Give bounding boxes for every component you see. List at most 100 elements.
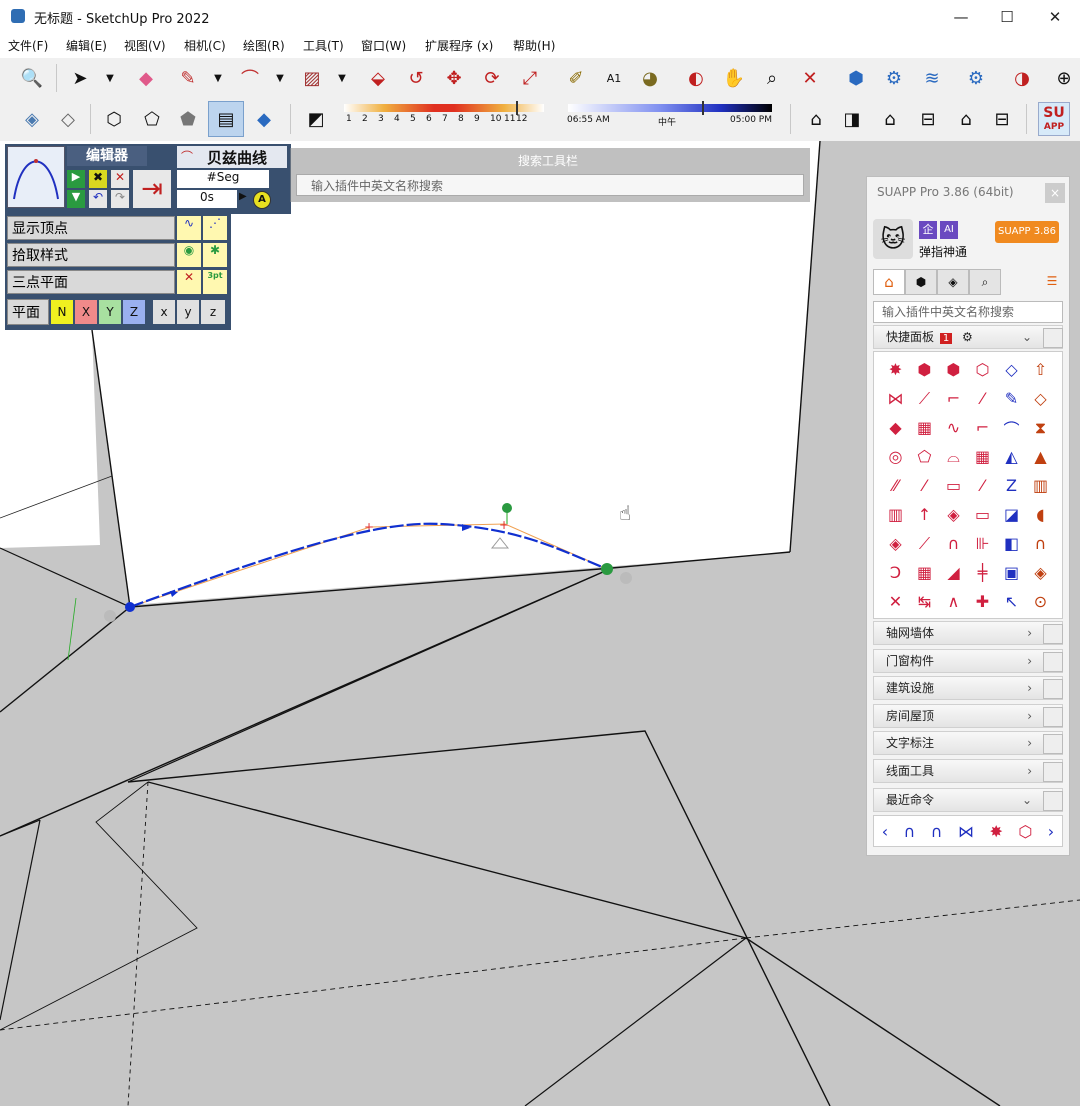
plugin-tool-icon[interactable]: ◧ xyxy=(997,529,1026,558)
plugin-tool-icon[interactable]: ▣ xyxy=(997,558,1026,587)
curve-line-icon[interactable]: ∿ xyxy=(177,216,201,240)
plugin-tool-icon[interactable]: ✚ xyxy=(968,587,997,616)
shaded-textures-icon[interactable]: ▤ xyxy=(208,101,244,137)
auto-badge[interactable]: A xyxy=(253,191,271,209)
tape-measure-icon[interactable]: ✐ xyxy=(560,62,592,94)
plugin-tool-icon[interactable]: ⁄ xyxy=(910,471,939,500)
back-edges-icon[interactable]: ◇ xyxy=(52,103,84,135)
plugin-tool-icon[interactable]: ⁄⁄ xyxy=(881,471,910,500)
share-model-icon[interactable]: ⚙ xyxy=(878,62,910,94)
plugin-tool-icon[interactable]: ◎ xyxy=(881,442,910,471)
section-doors-windows[interactable]: 门窗构件 › xyxy=(873,649,1063,673)
move-icon[interactable]: ✥ xyxy=(438,62,470,94)
rotate-icon[interactable]: ⟳ xyxy=(476,62,508,94)
recent-prev-icon[interactable]: ‹ xyxy=(882,822,888,841)
plugin-tool-icon[interactable]: ↑ xyxy=(910,500,939,529)
plane-n-button[interactable]: N xyxy=(51,300,73,324)
menu-extensions[interactable]: 扩展程序 (x) xyxy=(425,37,493,54)
plugin-tool-icon[interactable]: ✕ xyxy=(881,587,910,616)
plugin-tool-icon[interactable]: ∧ xyxy=(939,587,968,616)
menu-camera[interactable]: 相机(C) xyxy=(184,37,226,54)
tools-icon[interactable]: ✖ xyxy=(89,170,107,188)
plugin-tool-icon[interactable]: ▦ xyxy=(910,413,939,442)
rectangle-icon[interactable]: ▨ xyxy=(296,62,328,94)
list-menu-icon[interactable]: ☰ xyxy=(1041,269,1063,293)
pick-style-row[interactable]: 拾取样式 xyxy=(7,243,175,267)
menu-tools[interactable]: 工具(T) xyxy=(303,37,344,54)
recent-arc-icon[interactable]: ∩ xyxy=(931,822,943,841)
pencil-icon[interactable]: ✎ xyxy=(172,62,204,94)
section-room-roof[interactable]: 房间屋顶 › xyxy=(873,704,1063,728)
plugin-tool-icon[interactable]: ⌐ xyxy=(939,384,968,413)
bezier-curve-icon[interactable] xyxy=(7,146,65,208)
section-recent-commands[interactable]: 最近命令 ⌄ xyxy=(873,788,1063,812)
plugin-tool-icon[interactable]: ⋈ xyxy=(881,384,910,413)
eraser-icon[interactable]: ◆ xyxy=(130,62,162,94)
iso-view-icon[interactable]: ⌂ xyxy=(800,103,832,135)
cancel-icon[interactable]: ✕ xyxy=(111,170,129,188)
suapp-close-button[interactable]: × xyxy=(1045,183,1065,203)
redo-icon[interactable]: ↷ xyxy=(111,190,129,208)
plugin-tool-icon[interactable]: ↖ xyxy=(997,587,1026,616)
plane-lx-button[interactable]: x xyxy=(153,300,175,324)
plugin-tool-icon[interactable]: ▲ xyxy=(1026,442,1055,471)
plugin-tool-icon[interactable]: ◈ xyxy=(881,529,910,558)
orbit-icon[interactable]: ◐ xyxy=(680,62,712,94)
suapp-toggle-button[interactable]: SU APP xyxy=(1038,102,1070,136)
plugin-tool-icon[interactable]: ✸ xyxy=(881,355,910,384)
text-tool-icon[interactable]: A1 xyxy=(598,62,630,94)
close-button[interactable]: ✕ xyxy=(1032,4,1078,30)
wireframe-icon[interactable]: ⬡ xyxy=(98,103,130,135)
zoom-tool-icon[interactable]: ⌕ xyxy=(756,62,788,94)
plugin-tool-icon[interactable]: ⌓ xyxy=(939,442,968,471)
arc-icon[interactable]: ⌒ xyxy=(234,62,266,94)
time-slider[interactable] xyxy=(568,104,772,112)
popout-icon[interactable] xyxy=(1043,679,1063,699)
extension-manager-icon[interactable]: ⚙ xyxy=(960,62,992,94)
hidden-line-icon[interactable]: ⬠ xyxy=(136,103,168,135)
walk-icon[interactable]: ⊕ xyxy=(1048,62,1080,94)
extension-warehouse-icon[interactable]: ≋ xyxy=(916,62,948,94)
plugin-tool-icon[interactable]: ⁄ xyxy=(968,471,997,500)
scale-icon[interactable]: ⤢ xyxy=(514,62,546,94)
plugin-tool-icon[interactable]: ↹ xyxy=(910,587,939,616)
recent-polygon-icon[interactable]: ✸ xyxy=(989,822,1002,841)
front-view-icon[interactable]: ⌂ xyxy=(874,103,906,135)
curve-dotted-icon[interactable]: ⋰ xyxy=(203,216,227,240)
plugin-tool-icon[interactable]: Ↄ xyxy=(881,558,910,587)
home-tab-icon[interactable]: ⌂ xyxy=(873,269,905,295)
select-arrow-icon[interactable]: ➤ xyxy=(64,62,96,94)
search-tab-icon[interactable]: ⌕ xyxy=(969,269,1001,295)
plugin-tool-icon[interactable]: ∿ xyxy=(939,413,968,442)
seg-arrow-icon[interactable]: ▶ xyxy=(239,191,253,202)
seg-value[interactable]: 0s xyxy=(177,190,237,208)
right-view-icon[interactable]: ⊟ xyxy=(912,103,944,135)
popout-icon[interactable] xyxy=(1043,734,1063,754)
plugin-tool-icon[interactable]: ╪ xyxy=(968,558,997,587)
plane-ly-button[interactable]: y xyxy=(177,300,199,324)
plugin-tool-icon[interactable]: ◆ xyxy=(881,413,910,442)
plugin-tool-icon[interactable]: ◈ xyxy=(939,500,968,529)
menu-view[interactable]: 视图(V) xyxy=(124,37,166,54)
three-pt-badge[interactable]: 3pt xyxy=(203,270,227,294)
menu-help[interactable]: 帮助(H) xyxy=(513,37,555,54)
section-line-face-tools[interactable]: 线面工具 › xyxy=(873,759,1063,783)
menu-edit[interactable]: 编辑(E) xyxy=(66,37,107,54)
recent-mirror-icon[interactable]: ⋈ xyxy=(958,822,974,841)
down-arrow-icon[interactable]: ▼ xyxy=(67,190,85,208)
plugin-tool-icon[interactable]: ▦ xyxy=(968,442,997,471)
recent-bezier-icon[interactable]: ∩ xyxy=(904,822,916,841)
show-vertices-row[interactable]: 显示顶点 xyxy=(7,216,175,240)
plugin-tool-icon[interactable]: ⟋ xyxy=(910,529,939,558)
plugin-tool-icon[interactable]: ◪ xyxy=(997,500,1026,529)
dropdown-icon[interactable]: ▼ xyxy=(326,62,358,94)
recent-next-icon[interactable]: › xyxy=(1048,822,1054,841)
section-building-facilities[interactable]: 建筑设施 › xyxy=(873,676,1063,700)
plugin-tool-icon[interactable]: ⬢ xyxy=(939,355,968,384)
chevron-down-icon[interactable]: ⌄ xyxy=(1022,326,1032,348)
dropdown-icon[interactable]: ▼ xyxy=(264,62,296,94)
pick-point-icon[interactable]: ✱ xyxy=(203,243,227,267)
plane-lz-button[interactable]: z xyxy=(201,300,225,324)
left-view-icon[interactable]: ⊟ xyxy=(986,103,1018,135)
paint-bucket-icon[interactable]: ◕ xyxy=(634,62,666,94)
